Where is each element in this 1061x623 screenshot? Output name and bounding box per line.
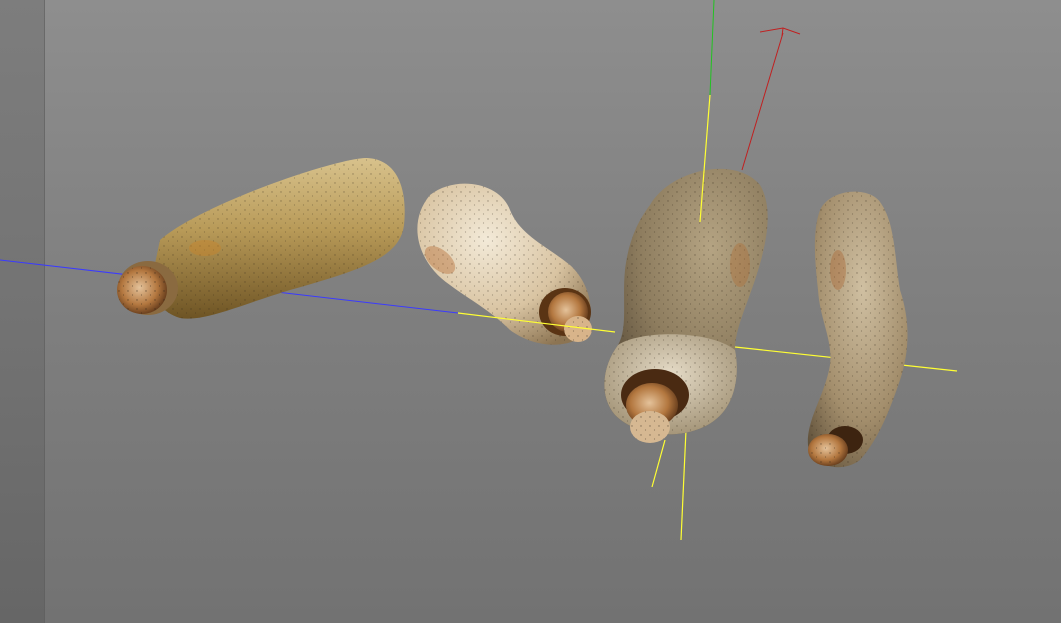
lotus-root-object-1[interactable] <box>117 158 405 319</box>
gizmo-axis-z-lower <box>651 439 666 488</box>
z-axis-arrowhead <box>759 27 801 37</box>
lotus-root-object-2[interactable] <box>417 183 592 345</box>
3d-viewport[interactable] <box>0 0 1061 623</box>
scene-canvas[interactable] <box>0 0 1061 623</box>
z-axis-line <box>741 32 784 171</box>
lotus-root-object-4[interactable] <box>807 191 908 468</box>
gizmo-axis-y-lower <box>680 429 687 541</box>
lotus-root-object-3[interactable] <box>604 168 768 443</box>
y-axis-line <box>709 0 715 96</box>
